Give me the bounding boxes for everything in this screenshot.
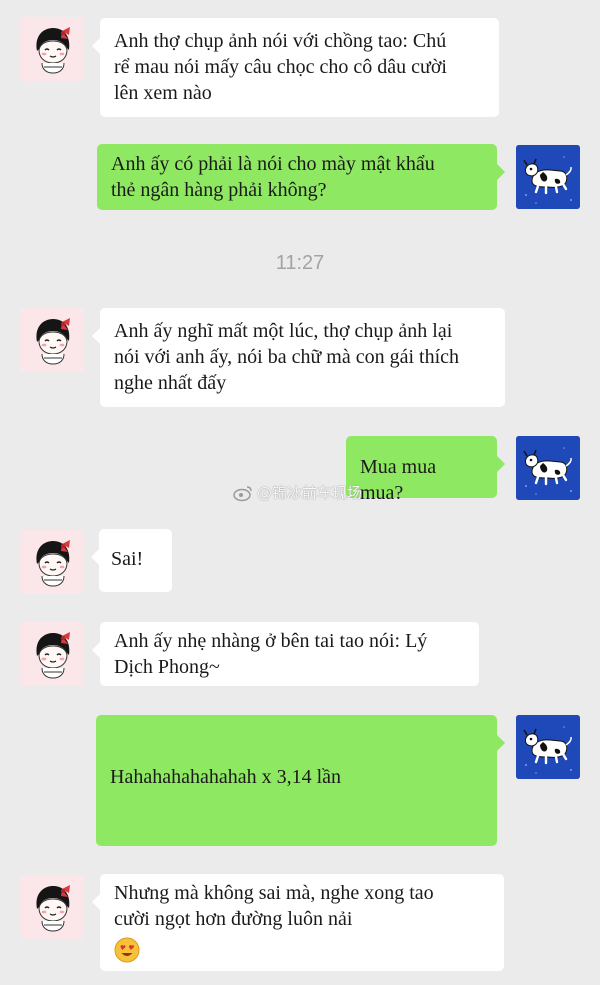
message-bubble-incoming[interactable]: Nhưng mà không sai mà, nghe xong tao cườ… <box>92 874 504 971</box>
message-line: Anh thợ chụp ảnh nói với chồng tao: Chú <box>114 30 447 52</box>
message-line: Mua mua mua? <box>360 456 437 504</box>
weibo-logo-icon <box>233 485 252 501</box>
cow-avatar[interactable] <box>516 715 580 779</box>
message-line: rể mau nói mấy câu chọc cho cô dâu cười <box>114 56 447 78</box>
girl-avatar[interactable] <box>20 530 84 594</box>
message-bubble-outgoing[interactable]: Hahahahahahahah x 3,14 lần <box>96 715 505 846</box>
message-line: Dịch Phong~ <box>114 656 220 678</box>
girl-avatar[interactable] <box>20 308 84 372</box>
message-bubble-outgoing[interactable]: Mua mua mua? <box>346 436 505 504</box>
message-bubble-outgoing[interactable]: Anh ấy có phải là nói cho mày mật khẩu t… <box>97 144 505 210</box>
message-line: Anh ấy nghĩ mất một lúc, thợ chụp ảnh lạ… <box>114 320 453 342</box>
message-line: Anh ấy nhẹ nhàng ở bên tai tao nói: Lý <box>114 630 428 652</box>
timestamp: 11:27 <box>275 252 325 274</box>
cow-avatar[interactable] <box>516 145 580 209</box>
message-line: thẻ ngân hàng phải không? <box>111 179 327 201</box>
girl-avatar[interactable] <box>20 875 84 939</box>
message-line: Sai! <box>111 548 144 570</box>
watermark: @锦冰前车现场 <box>232 482 362 503</box>
message-line: lên xem nào <box>114 82 212 104</box>
message-bubble-incoming[interactable]: Anh thợ chụp ảnh nói với chồng tao: Chú … <box>92 18 499 117</box>
watermark-text: @锦冰前车现场 <box>257 484 363 502</box>
message-line: Nhưng mà không sai mà, nghe xong tao <box>114 882 434 904</box>
cow-avatar[interactable] <box>516 436 580 500</box>
message-line: Hahahahahahahah x 3,14 lần <box>110 766 342 788</box>
message-line: cười ngọt hơn đường luôn nải <box>114 908 353 930</box>
heart-eyes-emoji-icon <box>114 937 140 963</box>
message-line: Anh ấy có phải là nói cho mày mật khẩu <box>111 153 435 175</box>
girl-avatar[interactable] <box>20 622 84 686</box>
message-line: nghe nhất đấy <box>114 372 227 394</box>
message-line: nói với anh ấy, nói ba chữ mà con gái th… <box>114 346 460 368</box>
message-bubble-incoming[interactable]: Anh ấy nhẹ nhàng ở bên tai tao nói: Lý D… <box>92 622 479 686</box>
message-bubble-incoming[interactable]: Anh ấy nghĩ mất một lúc, thợ chụp ảnh lạ… <box>92 308 505 407</box>
girl-avatar[interactable] <box>20 17 84 81</box>
message-bubble-incoming[interactable]: Sai! <box>91 529 172 592</box>
